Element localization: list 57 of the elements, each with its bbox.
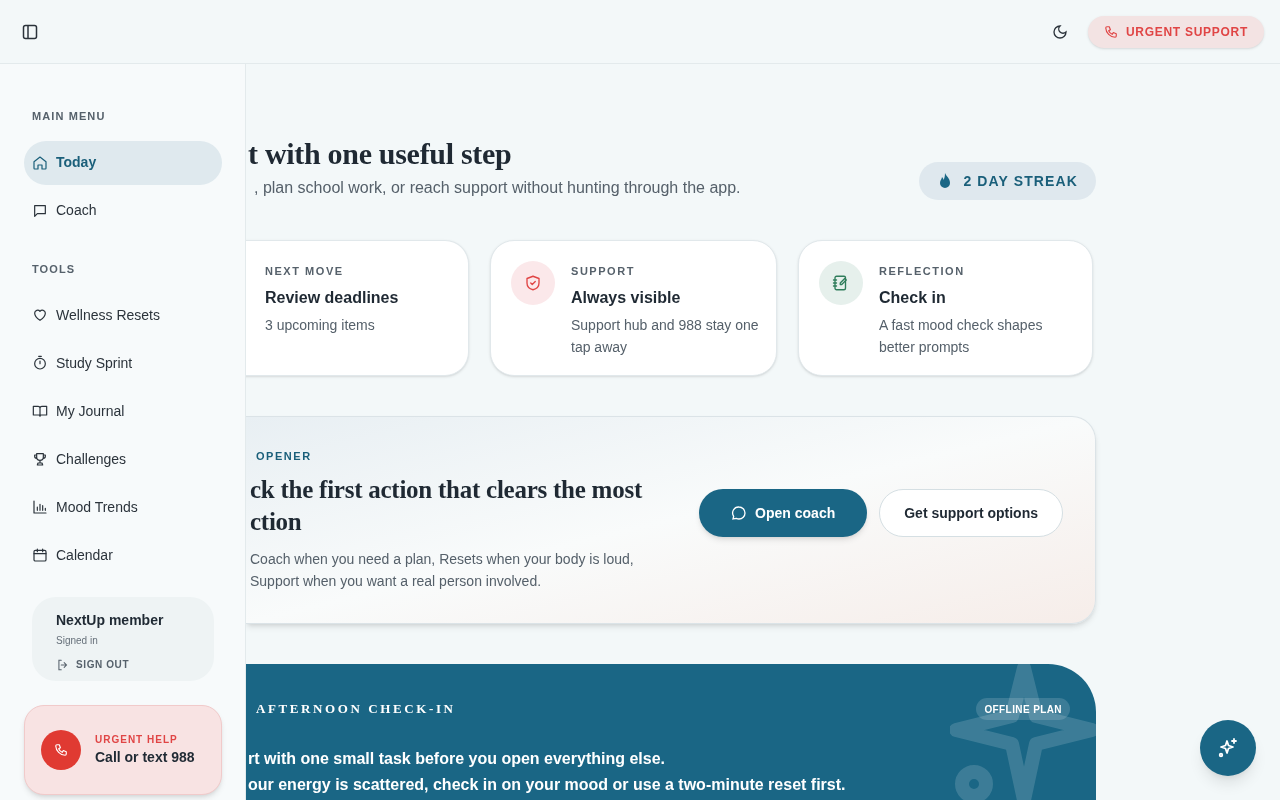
- sparkle-icon: [1216, 736, 1240, 760]
- card-eyebrow: SUPPORT: [571, 264, 636, 279]
- notebook-pen-icon: [832, 274, 850, 292]
- sparkle-assistant-button[interactable]: [1200, 720, 1256, 776]
- sidebar-item[interactable]: Today: [24, 140, 222, 185]
- card-body: 3 upcoming items: [265, 315, 376, 335]
- home-icon: [32, 154, 48, 171]
- check-in-tip: rt with one small task before you open everything else.: [248, 749, 666, 769]
- open-book-icon: [32, 403, 48, 419]
- urgent-help-text: Call or text 988: [95, 748, 195, 767]
- phone-icon: [1103, 24, 1118, 39]
- urgent-help-button[interactable]: URGENT HELP Call or text 988: [24, 705, 222, 795]
- section-heading: MAIN MENU: [31, 109, 107, 124]
- panel-text: Support when you want a real person involved.: [250, 572, 543, 592]
- open-coach-button[interactable]: Open coach: [699, 489, 868, 537]
- sign-out-button[interactable]: SIGN OUT: [56, 657, 130, 672]
- calendar-icon: [32, 547, 48, 563]
- stopwatch-icon: [32, 355, 48, 371]
- card-title: Review deadlines: [265, 287, 400, 308]
- panel-heading: ction: [250, 507, 303, 538]
- offline-plan-badge: OFFLINE PLAN: [976, 698, 1070, 720]
- panel-text: Coach when you need a plan, Resets when your body is loud,: [250, 550, 635, 570]
- sidebar-item[interactable]: Study Sprint: [24, 341, 222, 385]
- sign-out-icon: [56, 657, 70, 672]
- page-subtitle: , plan school work, or reach support without hunting through the app.: [253, 178, 742, 198]
- check-in-tip: our energy is scattered, check in on your mood or use a two-minute reset first.: [248, 775, 847, 795]
- card-body: A fast mood check shapes better prompts: [879, 315, 1044, 357]
- sidebar-toggle-icon[interactable]: [22, 23, 38, 40]
- heart-icon: [32, 307, 48, 323]
- moon-icon[interactable]: [1051, 23, 1068, 40]
- page-heading: t with one useful step: [247, 136, 513, 172]
- sidebar-item[interactable]: Mood Trends: [24, 485, 222, 529]
- shield-check-icon: [524, 274, 542, 292]
- card-body: Support hub and 988 stay one tap away: [571, 315, 760, 357]
- sidebar-item[interactable]: Wellness Resets: [24, 293, 222, 337]
- panel-eyebrow: OPENER: [255, 448, 313, 464]
- member-name: NextUp member: [56, 611, 165, 630]
- phone-icon: [54, 743, 68, 757]
- support-options-button[interactable]: Get support options: [879, 489, 1063, 537]
- bar-chart-icon: [32, 499, 48, 515]
- panel-heading: AFTERNOON CHECK-IN: [256, 700, 457, 719]
- sidebar-item[interactable]: My Journal: [24, 389, 222, 433]
- sidebar-item[interactable]: Calendar: [24, 533, 222, 577]
- card-title: Check in: [879, 287, 947, 308]
- panel-heading: ck the first action that clears the most: [250, 475, 644, 506]
- sidebar-item[interactable]: Challenges: [24, 437, 222, 481]
- card-eyebrow: REFLECTION: [879, 264, 966, 279]
- card-title: Always visible: [571, 287, 682, 308]
- trophy-icon: [32, 451, 48, 467]
- card-eyebrow: NEXT MOVE: [265, 264, 345, 279]
- member-status: Signed in: [56, 634, 99, 648]
- urgent-help-label: URGENT HELP: [95, 733, 179, 747]
- sidebar-item[interactable]: Coach: [24, 188, 222, 233]
- chat-bubble-icon: [731, 505, 748, 521]
- streak-badge: 2 DAY STREAK: [919, 162, 1096, 200]
- section-heading: TOOLS: [31, 261, 77, 277]
- chat-bubble-icon: [32, 202, 48, 219]
